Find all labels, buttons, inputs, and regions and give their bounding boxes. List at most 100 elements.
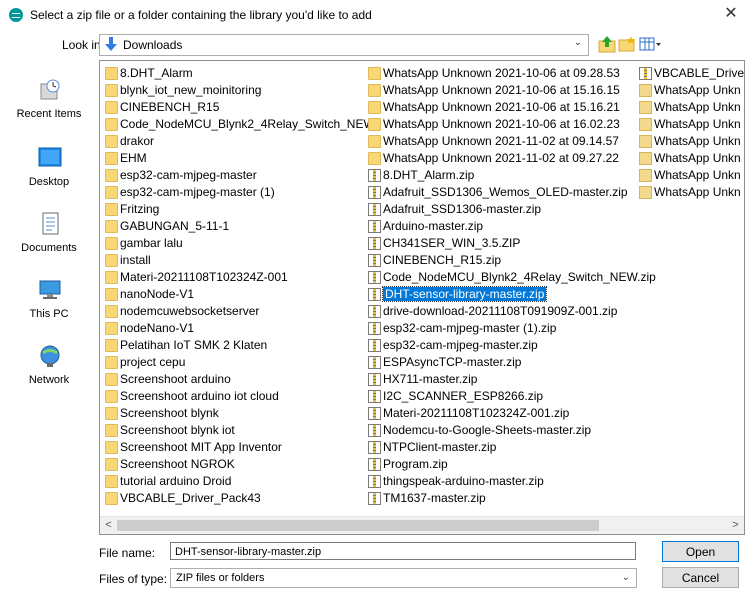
folder-item[interactable]: esp32-cam-mjpeg-master [103, 167, 365, 184]
file-item-label: Materi-20211108T102324Z-001 [120, 270, 288, 284]
place-network[interactable]: Network [6, 344, 92, 404]
file-item[interactable]: WhatsApp Unkn [637, 150, 744, 167]
folder-item[interactable]: Screenshoot NGROK [103, 456, 365, 473]
file-item[interactable]: Materi-20211108T102324Z-001.zip [366, 405, 638, 422]
place-recent-items[interactable]: Recent Items [6, 78, 92, 138]
file-item[interactable]: esp32-cam-mjpeg-master.zip [366, 337, 638, 354]
folder-item[interactable]: Screenshoot blynk iot [103, 422, 365, 439]
folder-item[interactable]: WhatsApp Unknown 2021-10-06 at 15.16.15 [366, 82, 638, 99]
horizontal-scrollbar[interactable]: < > [100, 516, 744, 534]
folder-item[interactable]: nanoNode-V1 [103, 286, 365, 303]
folder-item[interactable]: WhatsApp Unknown 2021-10-06 at 09.28.53 [366, 65, 638, 82]
file-item[interactable]: esp32-cam-mjpeg-master (1).zip [366, 320, 638, 337]
file-item[interactable]: HX711-master.zip [366, 371, 638, 388]
zip-file-icon [368, 203, 381, 216]
folder-item[interactable]: project cepu [103, 354, 365, 371]
scrollbar-thumb[interactable] [117, 520, 599, 531]
folder-item[interactable]: WhatsApp Unknown 2021-10-06 at 16.02.23 [366, 116, 638, 133]
folder-item[interactable]: WhatsApp Unknown 2021-10-06 at 15.16.21 [366, 99, 638, 116]
folder-icon [105, 152, 118, 165]
place-this-pc[interactable]: This PC [6, 278, 92, 338]
file-item[interactable]: 8.DHT_Alarm.zip [366, 167, 638, 184]
file-name-input[interactable]: DHT-sensor-library-master.zip [170, 542, 636, 560]
folder-item[interactable]: Screenshoot arduino [103, 371, 365, 388]
new-folder-icon[interactable] [617, 35, 637, 53]
folder-item[interactable]: install [103, 252, 365, 269]
folder-item[interactable]: VBCABLE_Driver_Pack43 [103, 490, 365, 507]
scroll-left-icon[interactable]: < [101, 518, 116, 533]
file-item-label: 8.DHT_Alarm [120, 66, 193, 80]
zip-file-icon [368, 475, 381, 488]
file-item[interactable]: WhatsApp Unkn [637, 133, 744, 150]
file-type-dropdown[interactable]: ZIP files or folders ⌄ [170, 568, 637, 588]
folder-icon [105, 254, 118, 267]
file-item[interactable]: WhatsApp Unkn [637, 82, 744, 99]
file-item[interactable]: ESPAsyncTCP-master.zip [366, 354, 638, 371]
cancel-button[interactable]: Cancel [662, 567, 739, 588]
zip-file-icon [368, 492, 381, 505]
up-folder-icon[interactable] [597, 35, 617, 53]
file-item[interactable]: drive-download-20211108T091909Z-001.zip [366, 303, 638, 320]
folder-item[interactable]: CINEBENCH_R15 [103, 99, 365, 116]
open-button[interactable]: Open [662, 541, 739, 562]
file-item[interactable]: WhatsApp Unkn [637, 99, 744, 116]
folder-item[interactable]: nodeNano-V1 [103, 320, 365, 337]
file-item[interactable]: Arduino-master.zip [366, 218, 638, 235]
file-item[interactable]: Adafruit_SSD1306_Wemos_OLED-master.zip [366, 184, 638, 201]
zip-file-icon [368, 407, 381, 420]
folder-item[interactable]: Materi-20211108T102324Z-001 [103, 269, 365, 286]
file-item[interactable]: Nodemcu-to-Google-Sheets-master.zip [366, 422, 638, 439]
folder-icon [105, 271, 118, 284]
file-item-label: project cepu [120, 355, 186, 369]
look-in-dropdown[interactable]: Downloads ⌄ [99, 34, 589, 56]
file-item[interactable]: WhatsApp Unkn [637, 116, 744, 133]
folder-item[interactable]: Screenshoot blynk [103, 405, 365, 422]
file-item[interactable]: Program.zip [366, 456, 638, 473]
place-documents[interactable]: Documents [6, 212, 92, 272]
file-item[interactable]: Code_NodeMCU_Blynk2_4Relay_Switch_NEW.zi… [366, 269, 656, 286]
folder-item[interactable]: drakor [103, 133, 365, 150]
file-item[interactable]: CH341SER_WIN_3.5.ZIP [366, 235, 638, 252]
folder-item[interactable]: nodemcuwebsocketserver [103, 303, 365, 320]
folder-item[interactable]: Screenshoot MIT App Inventor [103, 439, 365, 456]
folder-item[interactable]: Screenshoot arduino iot cloud [103, 388, 365, 405]
folder-item[interactable]: gambar lalu [103, 235, 365, 252]
close-icon[interactable]: ✕ [722, 5, 740, 23]
file-item-label: Adafruit_SSD1306-master.zip [383, 202, 542, 216]
folder-item[interactable]: esp32-cam-mjpeg-master (1) [103, 184, 365, 201]
file-item[interactable]: I2C_SCANNER_ESP8266.zip [366, 388, 638, 405]
desktop-icon [38, 147, 62, 167]
file-item-label: esp32-cam-mjpeg-master.zip [383, 338, 538, 352]
zip-file-icon [368, 288, 381, 301]
folder-item[interactable]: WhatsApp Unknown 2021-11-02 at 09.27.22 [366, 150, 638, 167]
scroll-right-icon[interactable]: > [728, 518, 743, 533]
file-item[interactable]: thingspeak-arduino-master.zip [366, 473, 638, 490]
zip-file-icon [368, 220, 381, 233]
file-item[interactable]: NTPClient-master.zip [366, 439, 638, 456]
folder-item[interactable]: tutorial arduino Droid [103, 473, 365, 490]
file-item-label: WhatsApp Unknown 2021-11-02 at 09.14.57 [383, 134, 619, 148]
folder-icon [105, 203, 118, 216]
file-icon [639, 118, 652, 131]
file-list[interactable]: 8.DHT_Alarm blynk_iot_new_moinitoring CINE… [99, 60, 745, 535]
file-item[interactable]: Adafruit_SSD1306-master.zip [366, 201, 638, 218]
folder-item[interactable]: Pelatihan IoT SMK 2 Klaten [103, 337, 365, 354]
file-item[interactable]: DHT-sensor-library-master.zip [366, 286, 638, 303]
file-item[interactable]: VBCABLE_Driver_ [637, 65, 744, 82]
place-desktop[interactable]: Desktop [6, 146, 92, 206]
folder-item[interactable]: GABUNGAN_5-11-1 [103, 218, 365, 235]
folder-item[interactable]: blynk_iot_new_moinitoring [103, 82, 365, 99]
place-label: Desktop [28, 176, 70, 188]
file-item[interactable]: CINEBENCH_R15.zip [366, 252, 638, 269]
file-item-label: nodeNano-V1 [120, 321, 195, 335]
file-item-label: Screenshoot NGROK [120, 457, 235, 471]
file-item[interactable]: WhatsApp Unkn [637, 167, 744, 184]
folder-item[interactable]: Fritzing [103, 201, 365, 218]
folder-item[interactable]: Code_NodeMCU_Blynk2_4Relay_Switch_NEW [103, 116, 375, 133]
folder-item[interactable]: 8.DHT_Alarm [103, 65, 365, 82]
file-item[interactable]: TM1637-master.zip [366, 490, 638, 507]
file-item[interactable]: WhatsApp Unkn [637, 184, 744, 201]
view-menu-icon[interactable] [638, 35, 662, 53]
folder-item[interactable]: WhatsApp Unknown 2021-11-02 at 09.14.57 [366, 133, 638, 150]
folder-item[interactable]: EHM [103, 150, 365, 167]
